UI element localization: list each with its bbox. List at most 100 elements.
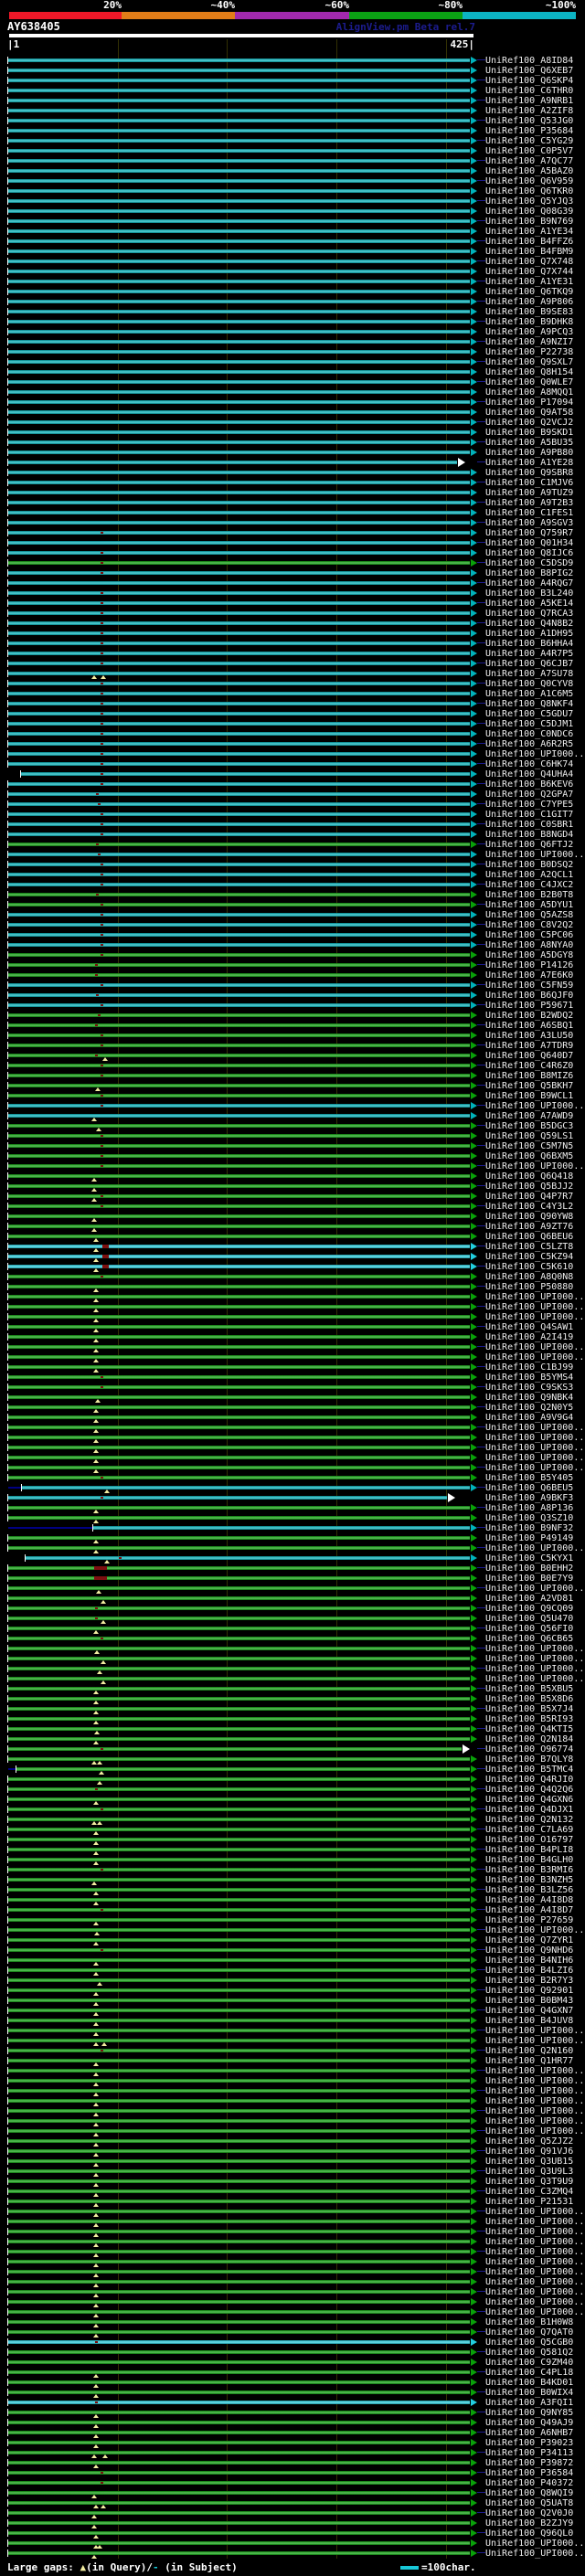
hit-label[interactable]: UniRef100_B9WCL1 — [485, 1091, 573, 1101]
alignment-bar[interactable] — [8, 219, 470, 223]
hit-label[interactable]: UniRef100_UPI000.. — [485, 1292, 584, 1302]
alignment-bar[interactable] — [8, 1848, 470, 1851]
alignment-bar[interactable] — [8, 300, 470, 303]
alignment-bar[interactable] — [8, 1265, 470, 1268]
hit-label[interactable]: UniRef100_A1DH95 — [485, 629, 573, 639]
alignment-bar[interactable] — [8, 1647, 470, 1650]
alignment-bar[interactable] — [8, 1064, 470, 1067]
alignment-bar[interactable] — [8, 973, 470, 977]
hit-label[interactable]: UniRef100_A9P806 — [485, 297, 573, 307]
hit-label[interactable]: UniRef100_C5KZ94 — [485, 1252, 573, 1262]
hit-label[interactable]: UniRef100_B6KEV6 — [485, 779, 573, 790]
alignment-bar[interactable] — [8, 280, 470, 283]
hit-label[interactable]: UniRef100_C5YG29 — [485, 136, 573, 146]
alignment-bar[interactable] — [8, 2119, 470, 2123]
alignment-bar[interactable] — [8, 631, 470, 635]
alignment-bar[interactable] — [8, 2360, 470, 2364]
hit-label[interactable]: UniRef100_B2ZJY9 — [485, 2518, 573, 2528]
hit-label[interactable]: UniRef100_C5K610 — [485, 1262, 573, 1272]
hit-label[interactable]: UniRef100_UPI000.. — [485, 1664, 584, 1674]
alignment-bar[interactable] — [8, 420, 470, 424]
hit-label[interactable]: UniRef100_C0NDC6 — [485, 729, 573, 739]
alignment-bar[interactable] — [8, 1204, 470, 1208]
alignment-bar[interactable] — [8, 913, 470, 917]
hit-label[interactable]: UniRef100_B4KD01 — [485, 2378, 573, 2388]
alignment-bar[interactable] — [8, 2350, 470, 2354]
alignment-bar[interactable] — [8, 682, 470, 685]
alignment-bar[interactable] — [8, 873, 470, 876]
alignment-bar[interactable] — [8, 843, 470, 846]
hit-label[interactable]: UniRef100_Q6BEU5 — [485, 1483, 573, 1493]
hit-label[interactable]: UniRef100_Q9NY85 — [485, 2408, 573, 2418]
alignment-bar[interactable] — [8, 551, 470, 555]
hit-label[interactable]: UniRef100_A8Q0N8 — [485, 1272, 573, 1282]
alignment-bar[interactable] — [8, 199, 470, 203]
hit-label[interactable]: UniRef100_B8NGD4 — [485, 830, 573, 840]
alignment-bar[interactable] — [8, 853, 470, 856]
alignment-bar[interactable] — [16, 1767, 470, 1771]
alignment-bar[interactable] — [8, 1908, 470, 1912]
hit-label[interactable]: UniRef100_C1MJV6 — [485, 478, 573, 488]
alignment-bar[interactable] — [8, 2280, 470, 2284]
hit-label[interactable]: UniRef100_Q9SXL7 — [485, 357, 573, 367]
alignment-bar[interactable] — [8, 89, 470, 92]
alignment-bar[interactable] — [8, 2240, 470, 2243]
alignment-bar[interactable] — [8, 1536, 470, 1540]
hit-label[interactable]: UniRef100_B6QJF0 — [485, 991, 573, 1001]
alignment-bar[interactable] — [8, 1687, 470, 1691]
alignment-bar[interactable] — [8, 2340, 470, 2344]
hit-label[interactable]: UniRef100_Q96QL0 — [485, 2528, 573, 2539]
hit-label[interactable]: UniRef100_UPI000.. — [485, 2106, 584, 2116]
hit-label[interactable]: UniRef100_B0EHH2 — [485, 1564, 573, 1574]
alignment-bar[interactable] — [8, 2511, 470, 2515]
hit-label[interactable]: UniRef100_UPI000.. — [485, 2036, 584, 2046]
hit-label[interactable]: UniRef100_Q5BKH7 — [485, 1081, 573, 1091]
alignment-bar[interactable] — [8, 2310, 470, 2314]
hit-label[interactable]: UniRef100_B5YMS4 — [485, 1373, 573, 1383]
hit-label[interactable]: UniRef100_UPI000.. — [485, 749, 584, 759]
alignment-bar[interactable] — [8, 762, 470, 766]
alignment-bar[interactable] — [8, 2431, 470, 2434]
hit-label[interactable]: UniRef100_A4I8D8 — [485, 1895, 573, 1905]
hit-label[interactable]: UniRef100_Q4RJI0 — [485, 1775, 573, 1785]
hit-label[interactable]: UniRef100_B5TMC4 — [485, 1765, 573, 1775]
alignment-bar[interactable] — [8, 501, 470, 504]
alignment-bar[interactable] — [8, 109, 470, 112]
alignment-bar[interactable] — [8, 310, 470, 313]
alignment-bar[interactable] — [8, 2200, 470, 2203]
hit-label[interactable]: UniRef100_Q9NHD6 — [485, 1945, 573, 1956]
alignment-bar[interactable] — [8, 1858, 470, 1861]
hit-label[interactable]: UniRef100_A7E6K0 — [485, 970, 573, 981]
hit-label[interactable]: UniRef100_A8MQQ1 — [485, 387, 573, 398]
alignment-bar[interactable] — [8, 571, 470, 575]
alignment-bar[interactable] — [8, 1546, 470, 1550]
hit-label[interactable]: UniRef100_B4FFZ6 — [485, 237, 573, 247]
hit-label[interactable]: UniRef100_UPI000.. — [485, 2237, 584, 2247]
hit-label[interactable]: UniRef100_Q0WLE7 — [485, 377, 573, 387]
hit-label[interactable]: UniRef100_B5DGC3 — [485, 1121, 573, 1131]
alignment-bar[interactable] — [8, 2029, 470, 2032]
hit-label[interactable]: UniRef100_P14126 — [485, 960, 573, 970]
alignment-bar[interactable] — [8, 2069, 470, 2072]
hit-label[interactable]: UniRef100_A5DGY8 — [485, 950, 573, 960]
alignment-bar[interactable] — [8, 1315, 470, 1319]
alignment-bar[interactable] — [8, 1365, 470, 1369]
alignment-bar[interactable] — [8, 350, 470, 354]
hit-label[interactable]: UniRef100_Q8H154 — [485, 367, 573, 377]
hit-label[interactable]: UniRef100_Q2GPA7 — [485, 790, 573, 800]
alignment-bar[interactable] — [8, 239, 470, 243]
hit-label[interactable]: UniRef100_UPI000.. — [485, 2257, 584, 2267]
hit-label[interactable]: UniRef100_Q6FTJ2 — [485, 840, 573, 850]
alignment-bar[interactable] — [8, 1777, 470, 1781]
alignment-bar[interactable] — [8, 2250, 470, 2253]
alignment-bar[interactable] — [8, 581, 470, 585]
hit-label[interactable]: UniRef100_A5BU35 — [485, 438, 573, 448]
hit-label[interactable]: UniRef100_Q6SKP4 — [485, 76, 573, 86]
alignment-bar[interactable] — [8, 621, 470, 625]
alignment-bar[interactable] — [8, 2380, 470, 2384]
hit-label[interactable]: UniRef100_A7SU78 — [485, 669, 573, 679]
alignment-bar[interactable] — [8, 2541, 470, 2545]
alignment-bar[interactable] — [8, 641, 470, 645]
alignment-bar[interactable] — [8, 1707, 470, 1711]
alignment-bar[interactable] — [8, 2461, 470, 2465]
